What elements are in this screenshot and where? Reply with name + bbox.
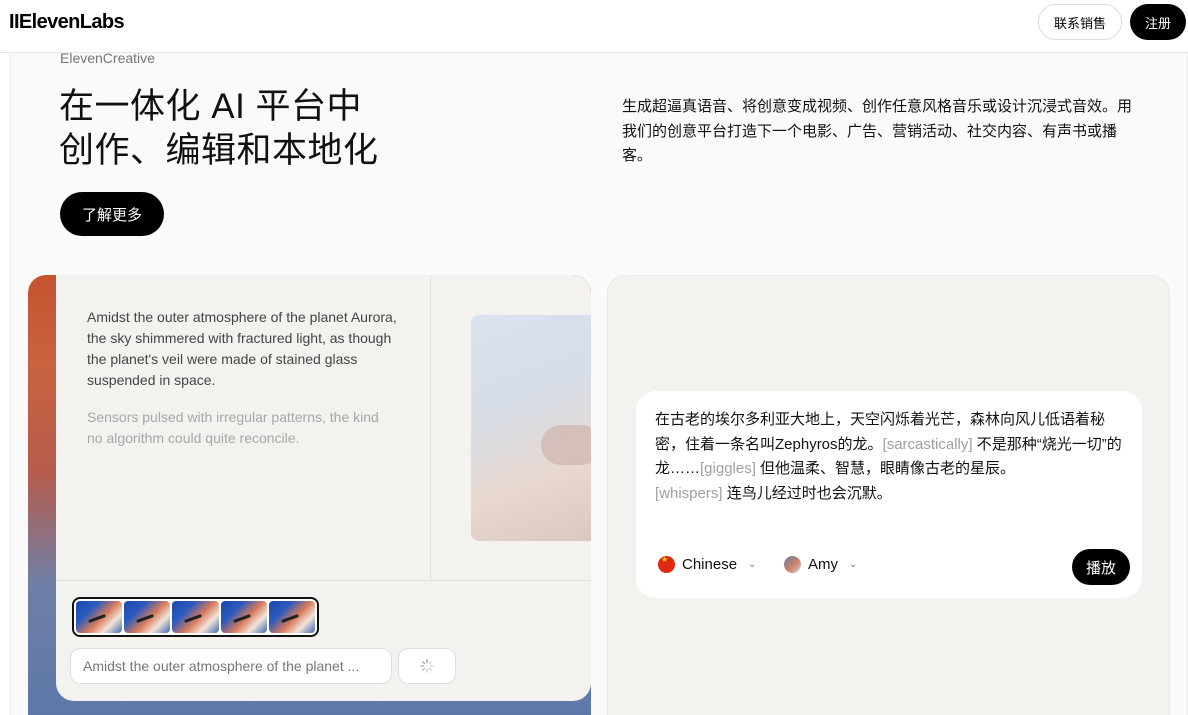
audio-tag: [sarcastically] [882,435,973,453]
hero-section: ElevenCreative 在一体化 AI 平台中 创作、编辑和本地化 生成超… [10,50,1188,715]
signup-button[interactable]: 注册 [1130,4,1186,40]
contact-sales-button[interactable]: 联系销售 [1038,4,1122,40]
voice-avatar-icon [784,556,801,573]
tts-text-segment: 连鸟儿经过时也会沉默。 [722,484,892,502]
headline-line-2: 创作、编辑和本地化 [59,131,379,170]
loading-spinner-button[interactable] [398,648,456,684]
voice-label: Amy [808,556,838,573]
learn-more-button[interactable]: 了解更多 [60,192,164,236]
tts-text-box[interactable]: 在古老的埃尔多利亚大地上，天空闪烁着光芒，森林向风儿低语着秘密，住着一条名叫Ze… [636,391,1142,598]
film-frame [124,601,171,633]
video-filmstrip[interactable] [72,597,319,637]
headline-line-1: 在一体化 AI 平台中 [59,87,363,126]
tts-demo-card: 在古老的埃尔多利亚大地上，天空闪烁着光芒，森林向风儿低语着秘密，住着一条名叫Ze… [607,275,1170,715]
chevron-down-icon: ⌄ [849,559,858,570]
film-frame [76,601,123,633]
video-demo-card: Amidst the outer atmosphere of the plane… [28,275,591,715]
loading-spinner-icon [420,659,434,673]
elevenlabs-logo[interactable]: IIElevenLabs [9,11,125,34]
video-demo-panel: Amidst the outer atmosphere of the plane… [56,275,591,701]
video-thumbnail[interactable] [471,315,591,541]
china-flag-icon [658,555,675,573]
thumbnail-cloud-shape [541,425,591,465]
audio-tag: [whispers] [655,484,723,502]
hero-description: 生成超逼真语音、将创意变成视频、创作任意风格音乐或设计沉浸式音效。用我们的创意平… [622,98,1133,164]
play-button[interactable]: 播放 [1072,549,1130,585]
film-frame [220,601,267,633]
film-frame [172,601,219,633]
audio-tag: [giggles] [700,460,756,477]
film-frame [268,601,316,633]
language-selector[interactable]: Chinese ⌄ [658,555,757,573]
voice-selector[interactable]: Amy ⌄ [784,556,857,573]
story-paragraph: Amidst the outer atmosphere of the plane… [87,309,397,388]
chevron-down-icon: ⌄ [748,559,757,570]
language-label: Chinese [682,556,738,573]
hero-headline: 在一体化 AI 平台中 创作、编辑和本地化 [59,85,379,173]
tts-text[interactable]: 在古老的埃尔多利亚大地上，天空闪烁着光芒，森林向风儿低语着秘密，住着一条名叫Ze… [655,408,1125,506]
video-prompt-input[interactable]: Amidst the outer atmosphere of the plane… [70,648,392,684]
divider [430,275,431,580]
top-nav: IIElevenLabs 联系销售 注册 [0,0,1188,53]
story-paragraph-faded: Sensors pulsed with irregular patterns, … [87,409,379,446]
divider [56,580,591,581]
tts-text-segment: 但他温柔、智慧，眼睛像古老的星辰。 [755,460,1016,477]
